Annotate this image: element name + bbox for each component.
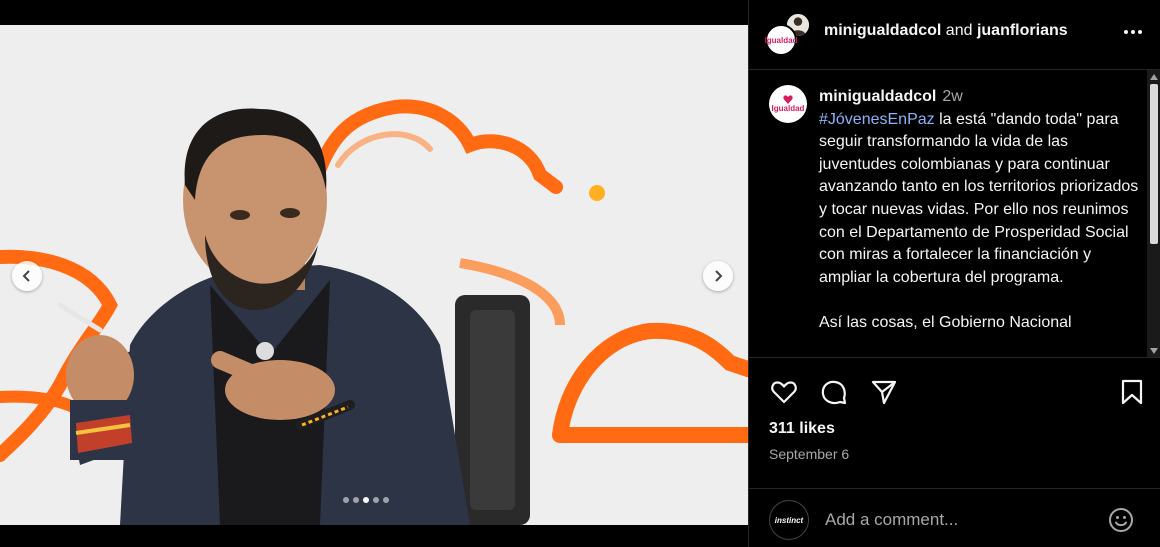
chevron-right-icon bbox=[715, 270, 723, 282]
emoji-icon[interactable] bbox=[1107, 506, 1135, 534]
scroll-thumb[interactable] bbox=[1150, 84, 1158, 244]
share-icon bbox=[871, 380, 897, 405]
post-media[interactable] bbox=[0, 25, 748, 525]
caption-body: la está "dando toda" para seguir transfo… bbox=[819, 110, 1139, 286]
post-authors: minigualdadcol and juanflorians bbox=[824, 22, 1068, 40]
bookmark-icon bbox=[1121, 379, 1143, 405]
caption-username[interactable]: minigualdadcol bbox=[819, 88, 936, 105]
comment-bar: instinct bbox=[749, 488, 1160, 547]
post-actions bbox=[749, 372, 1160, 412]
comment-icon bbox=[821, 380, 847, 405]
carousel-indicator bbox=[343, 497, 389, 503]
caption-hashtag[interactable]: #JóvenesEnPaz bbox=[819, 111, 935, 128]
caption-avatar-text: Igualdad bbox=[771, 104, 805, 113]
heart-icon bbox=[771, 381, 797, 404]
coauthor-username[interactable]: juanflorians bbox=[977, 22, 1068, 39]
comment-button[interactable] bbox=[819, 377, 849, 407]
share-button[interactable] bbox=[869, 377, 899, 407]
author-username[interactable]: minigualdadcol bbox=[824, 22, 941, 39]
post-details-panel: Igualdad minigualdadcol and juanflorians… bbox=[748, 0, 1160, 547]
carousel-dot bbox=[383, 497, 389, 503]
post-photo bbox=[0, 25, 748, 525]
like-button[interactable] bbox=[769, 377, 799, 407]
next-slide-button[interactable] bbox=[703, 261, 733, 291]
post-header: Igualdad minigualdadcol and juanflorians bbox=[749, 0, 1160, 70]
chevron-left-icon bbox=[22, 270, 30, 282]
carousel-dot bbox=[343, 497, 349, 503]
carousel-dot bbox=[373, 497, 379, 503]
save-button[interactable] bbox=[1117, 377, 1147, 407]
caption-time[interactable]: 2w bbox=[942, 88, 962, 105]
logo-heart-icon bbox=[783, 95, 793, 104]
author-avatar-text: Igualdad bbox=[764, 35, 798, 45]
caption-section: Igualdad minigualdadcol 2w #JóvenesEnPaz … bbox=[749, 70, 1160, 358]
scroll-down-arrow[interactable] bbox=[1150, 348, 1158, 354]
carousel-dot bbox=[353, 497, 359, 503]
viewer-avatar-text: instinct bbox=[774, 515, 804, 525]
post-date[interactable]: September 6 bbox=[769, 446, 849, 462]
likes-count[interactable]: 311 likes bbox=[769, 420, 835, 438]
carousel-dot bbox=[363, 497, 369, 503]
viewer-avatar[interactable]: instinct bbox=[769, 500, 809, 540]
previous-slide-button[interactable] bbox=[12, 261, 42, 291]
caption-author-avatar[interactable]: Igualdad bbox=[769, 85, 807, 123]
author-avatars[interactable]: Igualdad bbox=[765, 12, 811, 58]
author-avatar[interactable]: Igualdad bbox=[765, 24, 797, 56]
scroll-up-arrow[interactable] bbox=[1150, 74, 1158, 80]
caption-text: minigualdadcol 2w #JóvenesEnPaz la está "… bbox=[819, 86, 1139, 335]
more-icon[interactable] bbox=[1121, 20, 1145, 44]
comment-input[interactable] bbox=[825, 507, 1095, 533]
caption-scrollbar[interactable] bbox=[1147, 70, 1160, 357]
authors-joiner: and bbox=[945, 22, 973, 39]
caption-body-continued: Así las cosas, el Gobierno Nacional bbox=[819, 313, 1072, 331]
